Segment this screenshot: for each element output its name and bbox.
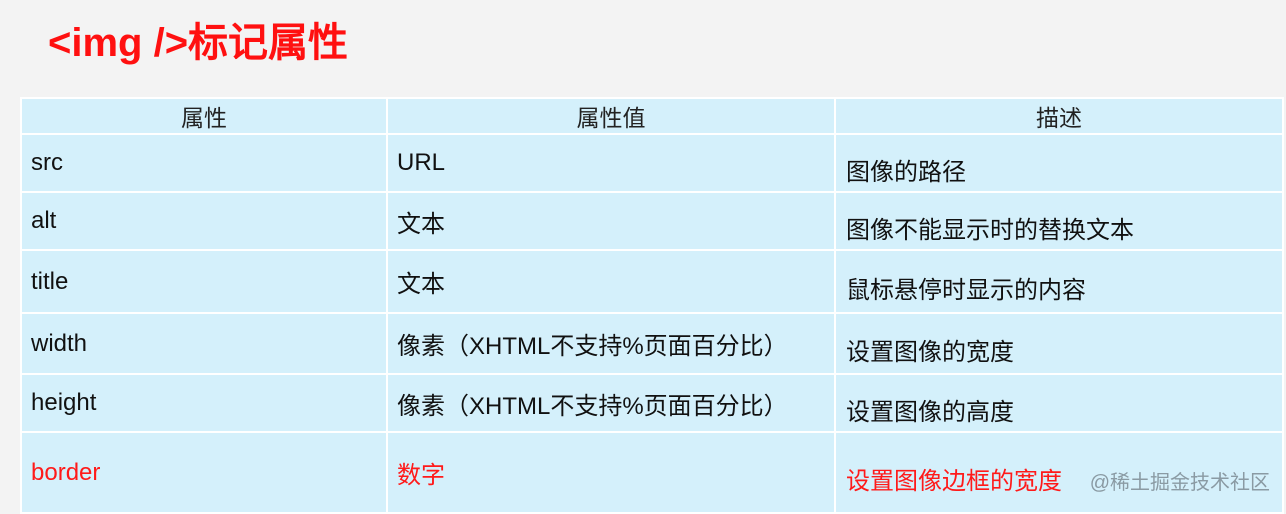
value-cell: 文本 xyxy=(386,191,836,251)
value-cell: 数字 xyxy=(386,431,836,514)
watermark: @稀土掘金技术社区 xyxy=(1089,472,1270,494)
value-cell: 像素（XHTML不支持%页面百分比） xyxy=(386,373,836,433)
desc-cell: 设置图像的高度 xyxy=(834,373,1284,433)
table-row: height 像素（XHTML不支持%页面百分比） 设置图像的高度 xyxy=(20,373,1284,433)
attr-cell: title xyxy=(20,249,388,314)
desc-cell: 图像不能显示时的替换文本 xyxy=(834,191,1284,251)
table-row: src URL 图像的路径 xyxy=(20,133,1284,193)
table-row: width 像素（XHTML不支持%页面百分比） 设置图像的宽度 xyxy=(20,312,1284,375)
attr-cell: border xyxy=(20,431,388,514)
attr-cell: height xyxy=(20,373,388,433)
desc-cell: 图像的路径 xyxy=(834,133,1284,193)
page-title: <img />标记属性 xyxy=(48,21,349,65)
attributes-table: 属性 属性值 描述 src URL 图像的路径 alt 文本 图像不能显示时的替换文本 ti… xyxy=(20,97,1284,514)
header-value: 属性值 xyxy=(386,97,836,135)
header-attr: 属性 xyxy=(20,97,388,135)
header-desc: 描述 xyxy=(834,97,1284,135)
desc-cell: 鼠标悬停时显示的内容 xyxy=(834,249,1284,314)
table-row: alt 文本 图像不能显示时的替换文本 xyxy=(20,191,1284,251)
attr-cell: alt xyxy=(20,191,388,251)
attr-cell: src xyxy=(20,133,388,193)
value-cell: URL xyxy=(386,133,836,193)
value-cell: 像素（XHTML不支持%页面百分比） xyxy=(386,312,836,375)
table-header-row: 属性 属性值 描述 xyxy=(20,97,1284,135)
attr-cell: width xyxy=(20,312,388,375)
table-row: title 文本 鼠标悬停时显示的内容 xyxy=(20,249,1284,314)
desc-cell: 设置图像的宽度 xyxy=(834,312,1284,375)
value-cell: 文本 xyxy=(386,249,836,314)
